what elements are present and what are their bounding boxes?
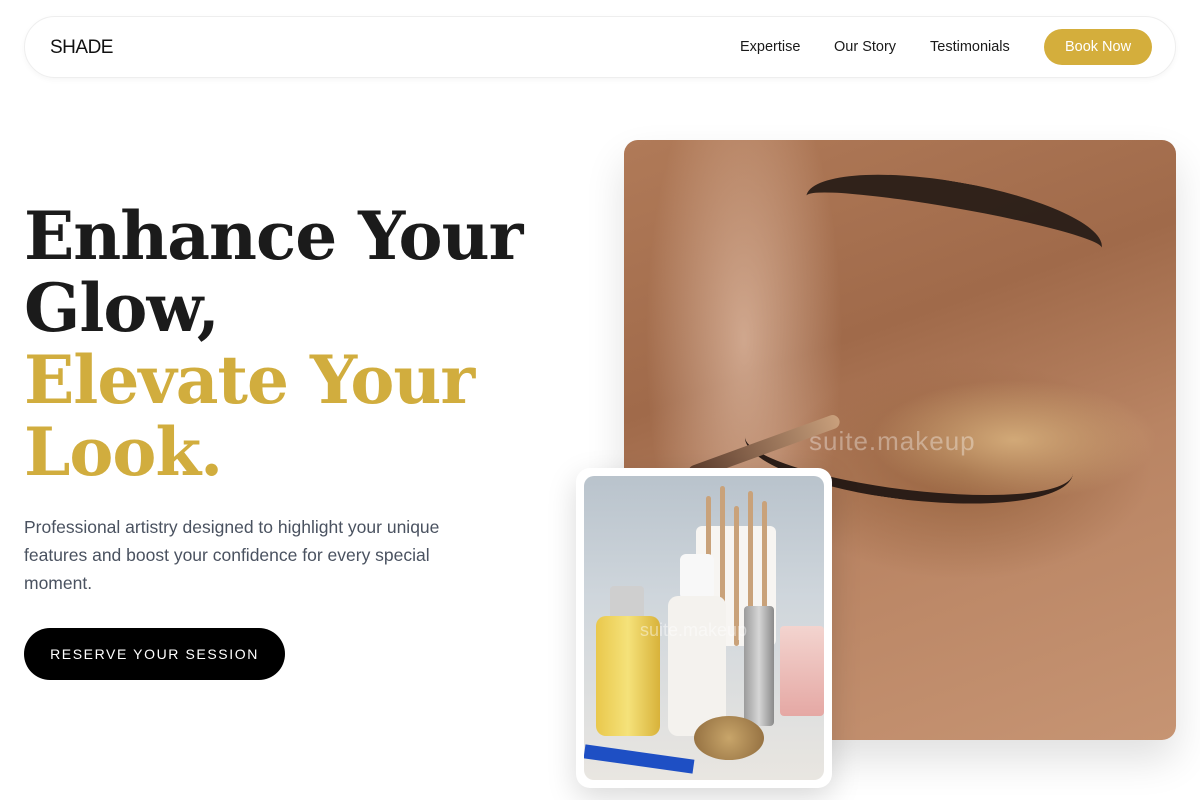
book-now-button[interactable]: Book Now (1044, 29, 1152, 65)
lotion-bottle (668, 596, 726, 736)
hero-subtext: Professional artistry designed to highli… (24, 517, 440, 593)
powder-compact (694, 716, 764, 760)
blush-palette (780, 626, 824, 716)
products-image-card: suite.makeup (576, 468, 832, 788)
makeup-products-image: suite.makeup (584, 476, 824, 780)
hero-headline: Enhance Your Glow, Elevate Your Look. (24, 197, 523, 491)
pump-cap (680, 554, 714, 600)
image-watermark: suite.makeup (809, 426, 976, 456)
headline-line-4: Look. (24, 413, 223, 491)
headline-line-1: Enhance Your (24, 197, 523, 275)
eyebrow-shape (799, 156, 1109, 288)
top-nav: SHADE Expertise Our Story Testimonials B… (24, 16, 1176, 78)
lipstick-tube (744, 606, 774, 726)
liner-pencil (584, 744, 695, 774)
reserve-session-button[interactable]: RESERVE YOUR SESSION (24, 628, 285, 680)
nav-link-expertise[interactable]: Expertise (740, 39, 800, 55)
nav-link-our-story[interactable]: Our Story (834, 39, 896, 55)
headline-line-3: Elevate Your (24, 341, 475, 419)
image-watermark: suite.makeup (640, 620, 748, 640)
logo[interactable]: SHADE (50, 37, 113, 59)
nav-link-testimonials[interactable]: Testimonials (930, 39, 1010, 55)
headline-line-2: Glow, (24, 269, 220, 347)
